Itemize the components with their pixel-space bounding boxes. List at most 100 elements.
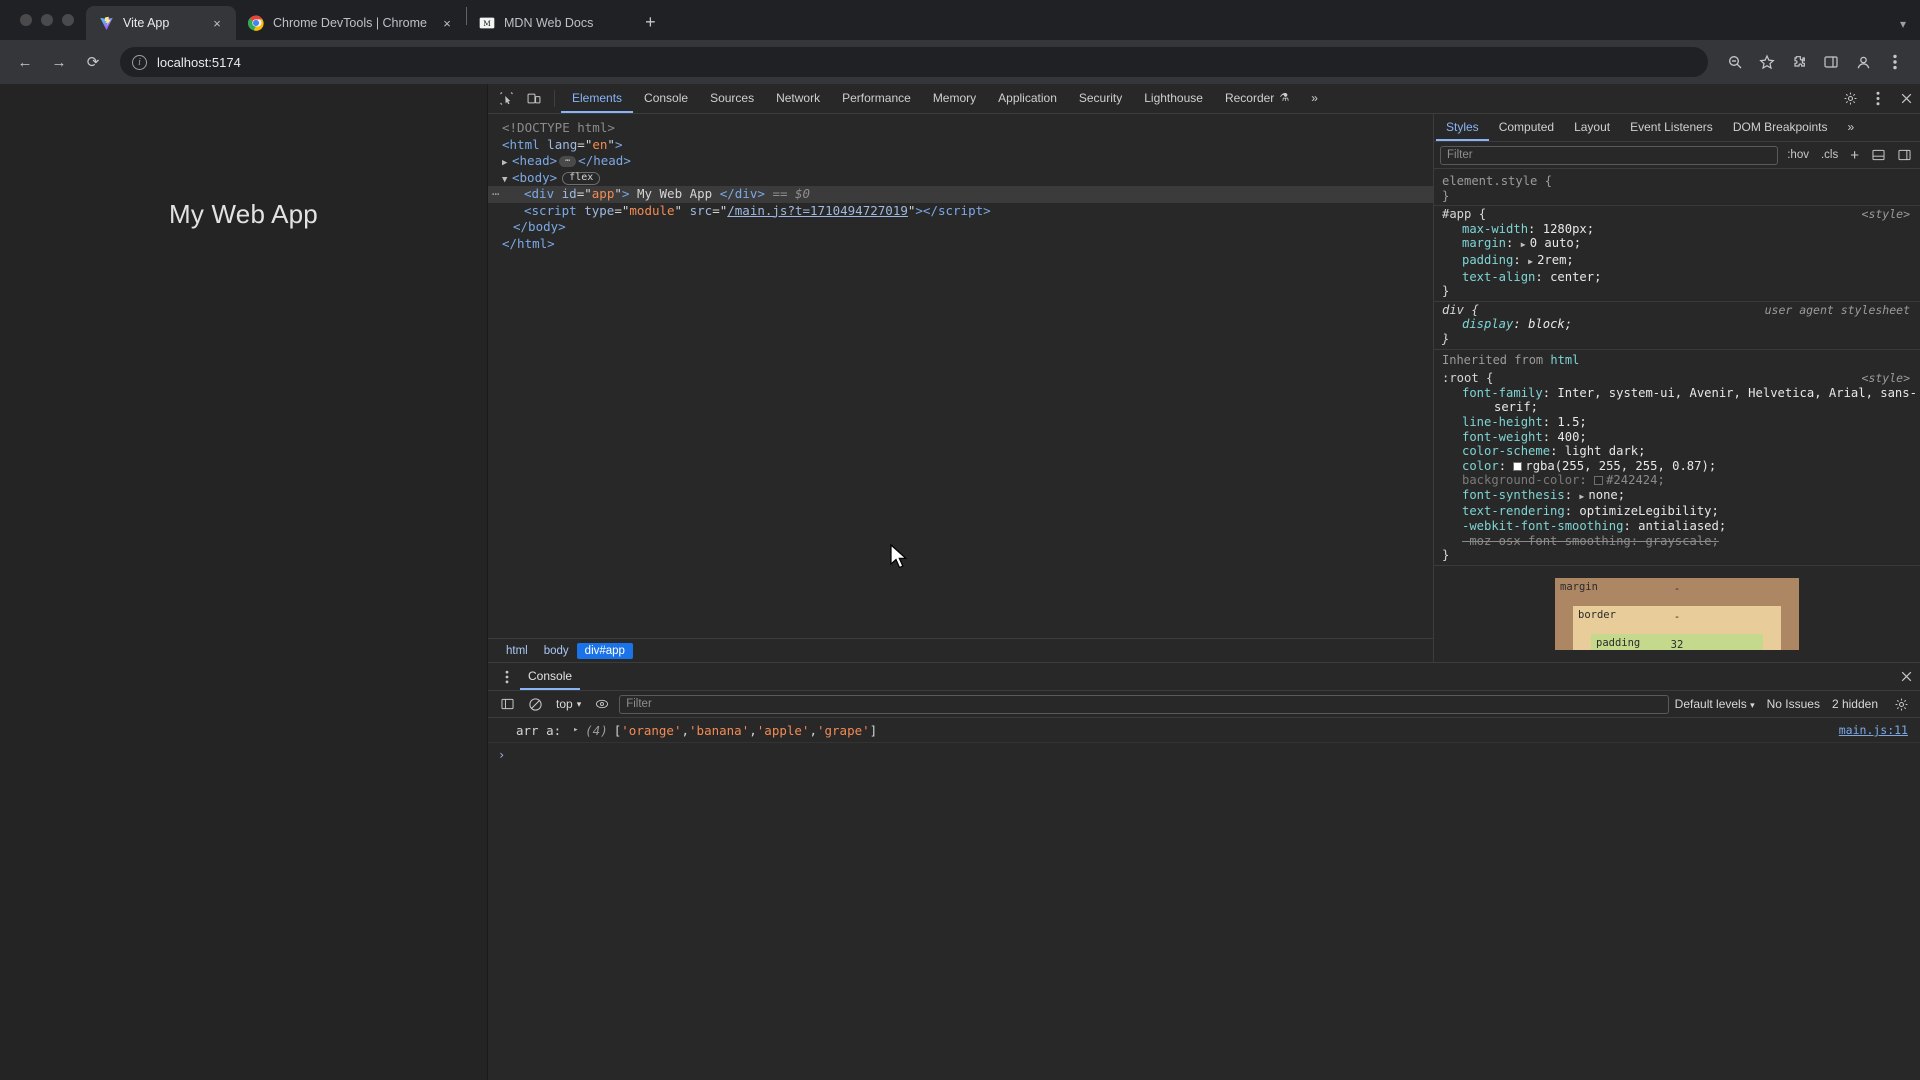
breadcrumb-item-div-app[interactable]: div#app [576,642,633,659]
box-model-padding[interactable]: padding 32 [1591,633,1763,651]
color-swatch[interactable] [1594,476,1604,486]
devtools-tab-network[interactable]: Network [765,84,831,113]
forward-button[interactable]: → [44,47,74,77]
dom-line-script[interactable]: <script type="module" src="/main.js?t=17… [488,203,1433,220]
toggle-sidebar-icon[interactable] [1894,148,1914,162]
prop-name[interactable]: text-rendering [1462,504,1565,518]
style-rule-app[interactable]: <style> #app { max-width: 1280px; margin… [1434,205,1920,301]
styles-rules-list[interactable]: element.style { } <style> #app { max-wid… [1434,169,1920,662]
expand-object-caret-icon[interactable]: ▸ [573,722,583,739]
styles-tab-dom-breakpoints[interactable]: DOM Breakpoints [1723,114,1838,141]
styles-tab-event-listeners[interactable]: Event Listeners [1620,114,1723,141]
breadcrumb-item-html[interactable]: html [498,643,536,659]
expand-shorthand-icon[interactable]: ▶ [1528,255,1537,270]
prop-value[interactable]: rgba(255, 255, 255, 0.87) [1525,459,1708,473]
devtools-tab-security[interactable]: Security [1068,84,1133,113]
styles-tab-layout[interactable]: Layout [1564,114,1620,141]
devtools-tab-recorder[interactable]: Recorder ⚗ [1214,84,1300,113]
prop-value[interactable]: 400 [1557,430,1579,444]
devtools-tab-performance[interactable]: Performance [831,84,922,113]
dom-line-body[interactable]: ▼ <body> flex [488,170,1433,187]
prop-value[interactable]: Inter, system-ui, Avenir, Helvetica, Ari… [1557,386,1917,400]
prop-value[interactable]: light dark [1565,444,1638,458]
dom-tree[interactable]: <!DOCTYPE html> <html lang="en"> ▶ <head>… [488,114,1433,638]
browser-tab-mdn-web-docs[interactable]: M MDN Web Docs [467,6,630,40]
box-model-margin-value[interactable]: - [1565,582,1789,595]
prop-name[interactable]: font-weight [1462,430,1543,444]
close-tab-button[interactable]: × [438,14,456,32]
box-model-border[interactable]: border - padding 32 [1573,605,1781,651]
expand-shorthand-icon[interactable]: ▶ [1521,238,1530,253]
devtools-tab-application[interactable]: Application [987,84,1068,113]
back-button[interactable]: ← [10,47,40,77]
live-expression-icon[interactable] [591,693,613,715]
prop-name[interactable]: margin [1462,236,1506,250]
devtools-tab-memory[interactable]: Memory [922,84,987,113]
dom-line-div-app[interactable]: ⋯ <div id="app"> My Web App </div> == $0 [488,186,1433,203]
console-issues-status[interactable]: No Issues [1767,697,1820,711]
element-classes-button[interactable]: .cls [1818,149,1841,161]
browser-tab-chrome-devtools[interactable]: Chrome DevTools | Chrome f × [236,6,466,40]
rule-origin[interactable]: <style> [1862,207,1910,222]
maximize-window-button[interactable] [62,14,74,26]
drawer-kebab-menu-icon[interactable] [496,670,518,684]
dom-line-html-close[interactable]: </html> [488,236,1433,253]
address-bar[interactable]: i localhost:5174 [120,47,1708,77]
drawer-tab-console[interactable]: Console [520,663,581,690]
console-message[interactable]: arr a: ▸ (4) ['orange', 'banana', 'apple… [488,718,1920,743]
rule-selector[interactable]: element.style [1442,174,1537,188]
devtools-tab-lighthouse[interactable]: Lighthouse [1133,84,1214,113]
expand-ellipsis-button[interactable]: ⋯ [559,156,577,167]
dom-line-head[interactable]: ▶ <head> ⋯ </head> [488,153,1433,170]
dom-line-actions-icon[interactable]: ⋯ [492,186,500,203]
new-style-rule-button[interactable]: + [1847,147,1862,164]
flex-badge[interactable]: flex [562,171,601,185]
devtools-tab-sources[interactable]: Sources [699,84,765,113]
prop-value[interactable]: none [1588,488,1617,502]
dom-line-body-close[interactable]: </body> [488,219,1433,236]
color-swatch[interactable] [1513,461,1523,471]
prop-value[interactable]: grayscale [1645,534,1711,548]
prop-name[interactable]: font-synthesis [1462,488,1565,502]
prop-value[interactable]: 1280px [1543,222,1587,236]
console-settings-gear-icon[interactable] [1890,693,1912,715]
styles-tab-computed[interactable]: Computed [1489,114,1564,141]
box-model-margin[interactable]: margin - border - padding 32 [1555,577,1799,651]
style-rule-div-ua[interactable]: user agent stylesheet div { display: blo… [1434,300,1920,349]
console-output[interactable]: arr a: ▸ (4) ['orange', 'banana', 'apple… [488,718,1920,1080]
chevron-down-icon[interactable]: ▾ [1900,17,1906,31]
prop-name[interactable]: -webkit-font-smoothing [1462,519,1623,533]
dom-line-html[interactable]: <html lang="en"> [488,137,1433,154]
toggle-hover-state-button[interactable]: :hov [1784,149,1812,161]
reload-button[interactable]: ⟳ [78,47,108,77]
prop-value[interactable]: optimizeLegibility [1579,504,1711,518]
inherited-source[interactable]: html [1550,353,1579,367]
side-panel-icon[interactable] [1816,47,1846,77]
prop-name[interactable]: -moz-osx-font-smoothing [1462,534,1631,548]
console-message-source-link[interactable]: main.js:11 [1839,722,1908,739]
prop-value[interactable]: center [1550,270,1594,284]
rule-selector[interactable]: :root [1442,371,1479,385]
new-tab-button[interactable]: + [636,8,664,36]
prop-name[interactable]: font-family [1462,386,1543,400]
console-filter-input[interactable]: Filter [619,694,1669,714]
devtools-tab-elements[interactable]: Elements [561,84,634,113]
close-window-button[interactable] [20,14,32,26]
kebab-menu-icon[interactable] [1864,84,1892,113]
inspect-element-icon[interactable] [492,84,520,113]
prop-name[interactable]: background-color [1462,473,1579,487]
prop-name[interactable]: color-scheme [1462,444,1550,458]
close-devtools-icon[interactable] [1892,84,1920,113]
breadcrumb-item-body[interactable]: body [536,643,577,659]
console-hidden-count[interactable]: 2 hidden [1832,697,1878,711]
close-tab-button[interactable]: × [208,14,226,32]
prop-value[interactable]: block [1528,317,1565,331]
dom-line-doctype[interactable]: <!DOCTYPE html> [488,120,1433,137]
rule-origin[interactable]: <style> [1862,371,1910,386]
devtools-more-tabs-button[interactable]: » [1300,84,1329,113]
gear-icon[interactable] [1836,84,1864,113]
close-drawer-icon[interactable] [1892,670,1920,683]
prop-name[interactable]: line-height [1462,415,1543,429]
devtools-tab-console[interactable]: Console [633,84,699,113]
browser-tab-vite-app[interactable]: Vite App × [86,6,236,40]
